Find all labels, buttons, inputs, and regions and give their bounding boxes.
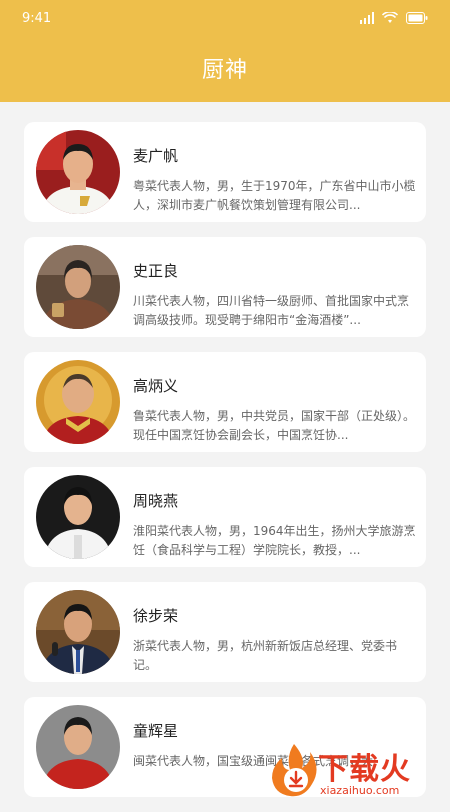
status-icons [360, 12, 428, 24]
chef-name: 徐步荣 [133, 607, 179, 625]
status-time: 9:41 [22, 11, 52, 26]
chef-description: 鲁菜代表人物，男，中共党员，国家干部（正处级）。现任中国烹饪协会副会长，中国烹饪… [133, 409, 416, 442]
wifi-icon [382, 12, 398, 23]
chef-avatar [36, 475, 120, 559]
chef-description: 粤菜代表人物，男，生于1970年，广东省中山市小榄人，深圳市麦广帆餐饮策划管理有… [133, 179, 416, 212]
watermark-logo: 下载火 xiazaihuo.com [266, 740, 450, 800]
chef-description: 浙菜代表人物，男，杭州新新饭店总经理、党委书记。 [133, 639, 398, 672]
chef-card[interactable]: 史正良 川菜代表人物，四川省特一级厨师、首批国家中式烹调高级技师。现受聘于绵阳市… [24, 237, 426, 337]
chef-list: 麦广帆 粤菜代表人物，男，生于1970年，广东省中山市小榄人，深圳市麦广帆餐饮策… [24, 122, 426, 812]
chef-avatar [36, 130, 120, 214]
chef-name: 童辉星 [133, 722, 179, 740]
chef-name: 麦广帆 [133, 147, 179, 165]
chef-description: 川菜代表人物，四川省特一级厨师、首批国家中式烹调高级技师。现受聘于绵阳市“金海酒… [133, 294, 410, 327]
chef-card[interactable]: 周晓燕 淮阳菜代表人物，男，1964年出生，扬州大学旅游烹饪（食品科学与工程）学… [24, 467, 426, 567]
chef-name: 高炳义 [133, 377, 179, 395]
page-title: 厨神 [201, 58, 248, 83]
chef-card[interactable]: 徐步荣 浙菜代表人物，男，杭州新新饭店总经理、党委书记。 [24, 582, 426, 682]
chef-card[interactable]: 高炳义 鲁菜代表人物，男，中共党员，国家干部（正处级）。现任中国烹饪协会副会长，… [24, 352, 426, 452]
chef-name: 周晓燕 [133, 492, 179, 510]
app-header: 9:41 厨神 [0, 0, 450, 102]
watermark-url: xiazaihuo.com [320, 784, 400, 797]
chef-description: 淮阳菜代表人物，男，1964年出生，扬州大学旅游烹饪（食品科学与工程）学院院长，… [133, 524, 416, 557]
chef-avatar [36, 590, 120, 674]
chef-card[interactable]: 麦广帆 粤菜代表人物，男，生于1970年，广东省中山市小榄人，深圳市麦广帆餐饮策… [24, 122, 426, 222]
chef-avatar [36, 360, 120, 444]
watermark-text: 下载火 [318, 752, 411, 787]
chef-avatar [36, 245, 120, 329]
chef-name: 史正良 [133, 262, 179, 280]
battery-icon [406, 12, 428, 24]
signal-icon [360, 12, 374, 24]
chef-avatar [36, 705, 120, 789]
status-bar: 9:41 [0, 0, 450, 38]
